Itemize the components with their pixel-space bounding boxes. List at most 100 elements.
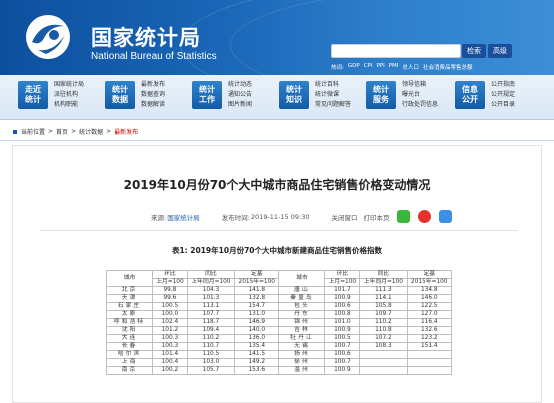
site-header: 国家统计局 National Bureau of Statistics 检索 高… <box>0 0 554 75</box>
nav-link[interactable]: 国家统计局 <box>54 81 84 89</box>
nav-group-disclosure: 信息 公开 公开指南 公开规定 公开目录 <box>455 81 515 109</box>
nav-link[interactable]: 公开指南 <box>491 81 515 89</box>
city-cell: 扬州 <box>278 350 326 359</box>
nav-box-disclosure[interactable]: 信息 公开 <box>455 81 485 109</box>
hot-link[interactable]: GDP <box>348 63 360 71</box>
hot-link[interactable]: PMI <box>389 63 399 71</box>
value-cell: 127.0 <box>406 310 453 319</box>
wechat-share-icon[interactable] <box>397 210 411 223</box>
value-cell: 136.0 <box>234 334 280 343</box>
breadcrumb-current[interactable]: 最新发布 <box>114 127 138 136</box>
article-meta: 来源: 国家统计局 发布时间: 2019-11-15 09:30 关闭窗口 打印… <box>151 210 453 223</box>
logo-icon[interactable] <box>20 12 76 62</box>
nav-link[interactable]: 行政处罚信息 <box>402 101 438 109</box>
site-title[interactable]: 国家统计局 <box>91 22 201 52</box>
city-cell: 无锡 <box>278 342 326 351</box>
nav-box-data[interactable]: 统计 数据 <box>105 81 135 109</box>
nav-box-work[interactable]: 统计 工作 <box>192 81 222 109</box>
city-cell: 锦州 <box>278 318 326 327</box>
hot-link[interactable]: CPI <box>364 63 373 71</box>
main-nav: 走近 统计 国家统计局 派驻机构 机构职能 统计 数据 最新发布 数据查询 数据解读… <box>0 75 554 120</box>
article-title: 2019年10月份70个大中城市商品住宅销售价格变动情况 <box>123 178 431 192</box>
nav-box-service[interactable]: 统计 服务 <box>366 81 396 109</box>
advanced-search-button[interactable]: 高级 <box>488 44 512 58</box>
nav-link[interactable]: 常见问题解答 <box>315 101 351 109</box>
value-cell: 110.5 <box>186 350 236 359</box>
city-cell: 大连 <box>106 334 153 343</box>
hot-words: 热词: GDP CPI PPI PMI 总人口 社会消费品零售总额 <box>331 63 472 71</box>
city-cell: 吉林 <box>278 326 326 335</box>
hot-link[interactable]: PPI <box>376 63 384 71</box>
divider <box>0 140 554 141</box>
nav-link[interactable]: 曝光台 <box>402 91 438 99</box>
value-cell: 101.0 <box>324 318 361 327</box>
table-row: 天津 99.6 101.3 132.8 秦皇岛 100.9 114.1 146.0 <box>106 294 453 303</box>
column-subheader: 上年同月=100 <box>359 278 408 287</box>
print-link[interactable]: 打印本页 <box>363 212 389 222</box>
close-window-link[interactable]: 关闭窗口 <box>331 212 357 222</box>
city-cell: 徐州 <box>278 358 326 367</box>
hot-link[interactable]: 社会消费品零售总额 <box>423 63 473 71</box>
nav-link[interactable]: 机构职能 <box>54 101 84 109</box>
value-cell: 146.0 <box>406 294 453 303</box>
city-cell: 秦皇岛 <box>278 294 326 303</box>
value-cell: 107.2 <box>359 334 408 343</box>
table-row: 南京 100.2 105.7 153.6 温州 100.9 <box>106 366 453 375</box>
breadcrumb-item[interactable]: 统计数据 <box>79 127 103 136</box>
city-cell: 温州 <box>278 366 326 375</box>
value-cell: 111.3 <box>359 286 408 295</box>
value-cell: 100.5 <box>324 334 361 343</box>
value-cell: 113.1 <box>186 302 236 311</box>
site-title-en[interactable]: National Bureau of Statistics <box>91 51 217 62</box>
city-cell: 丹东 <box>278 310 326 319</box>
column-header: 城市 <box>278 270 326 287</box>
value-cell <box>359 358 408 367</box>
favorite-star-icon[interactable] <box>439 210 453 223</box>
value-cell: 153.6 <box>234 366 280 375</box>
price-index-table: 城市 环比 同比 定基 城市 环比 同比 定基 上月=100 上年同月=100 … <box>106 270 453 375</box>
nav-group-knowledge: 统计 知识 统计百科 统计微课 常见问题解答 <box>279 81 351 109</box>
nav-link[interactable]: 统计微课 <box>315 91 351 99</box>
hot-link[interactable]: 总人口 <box>402 63 419 71</box>
value-cell: 103.0 <box>186 358 236 367</box>
value-cell: 110.2 <box>359 318 408 327</box>
breadcrumb: 当前位置 > 首页 > 统计数据 > 最新发布 <box>12 127 138 136</box>
source-link[interactable]: 国家统计局 <box>167 212 200 222</box>
value-cell <box>406 350 453 359</box>
city-cell: 石家庄 <box>106 302 153 311</box>
column-subheader: 2015年=100 <box>406 278 453 287</box>
nav-link[interactable]: 公开目录 <box>491 101 515 109</box>
value-cell: 100.6 <box>324 302 361 311</box>
nav-box-about[interactable]: 走近 统计 <box>18 81 48 109</box>
nav-link[interactable]: 统计动态 <box>228 81 252 89</box>
column-subheader: 上月=100 <box>324 278 361 287</box>
value-cell: 110.2 <box>186 334 236 343</box>
breadcrumb-item[interactable]: 首页 <box>56 127 68 136</box>
value-cell: 100.7 <box>324 342 361 351</box>
value-cell: 100.7 <box>324 358 361 367</box>
nav-box-knowledge[interactable]: 统计 知识 <box>279 81 309 109</box>
nav-link[interactable]: 最新发布 <box>141 81 165 89</box>
value-cell: 114.1 <box>359 294 408 303</box>
city-cell: 北京 <box>106 286 153 295</box>
nav-group-data: 统计 数据 最新发布 数据查询 数据解读 <box>105 81 165 109</box>
table-row: 上海 100.4 103.0 149.2 徐州 100.7 <box>106 358 453 367</box>
nav-link[interactable]: 图片新闻 <box>228 101 252 109</box>
nav-link[interactable]: 数据查询 <box>141 91 165 99</box>
column-header: 环比 <box>324 270 361 279</box>
nav-link[interactable]: 统计百科 <box>315 81 351 89</box>
nav-link[interactable]: 数据解读 <box>141 101 165 109</box>
nav-link[interactable]: 公开规定 <box>491 91 515 99</box>
nav-link[interactable]: 通知公告 <box>228 91 252 99</box>
search-button[interactable]: 检索 <box>462 44 486 58</box>
value-cell: 102.4 <box>152 318 188 327</box>
source-label: 来源: <box>151 213 167 222</box>
search-input[interactable] <box>331 44 461 58</box>
time-label: 发布时间: <box>221 213 250 222</box>
value-cell: 109.4 <box>186 326 236 335</box>
weibo-share-icon[interactable] <box>418 210 432 223</box>
value-cell: 101.3 <box>186 294 236 303</box>
value-cell: 132.6 <box>406 326 453 335</box>
nav-link[interactable]: 领导信箱 <box>402 81 438 89</box>
nav-link[interactable]: 派驻机构 <box>54 91 84 99</box>
